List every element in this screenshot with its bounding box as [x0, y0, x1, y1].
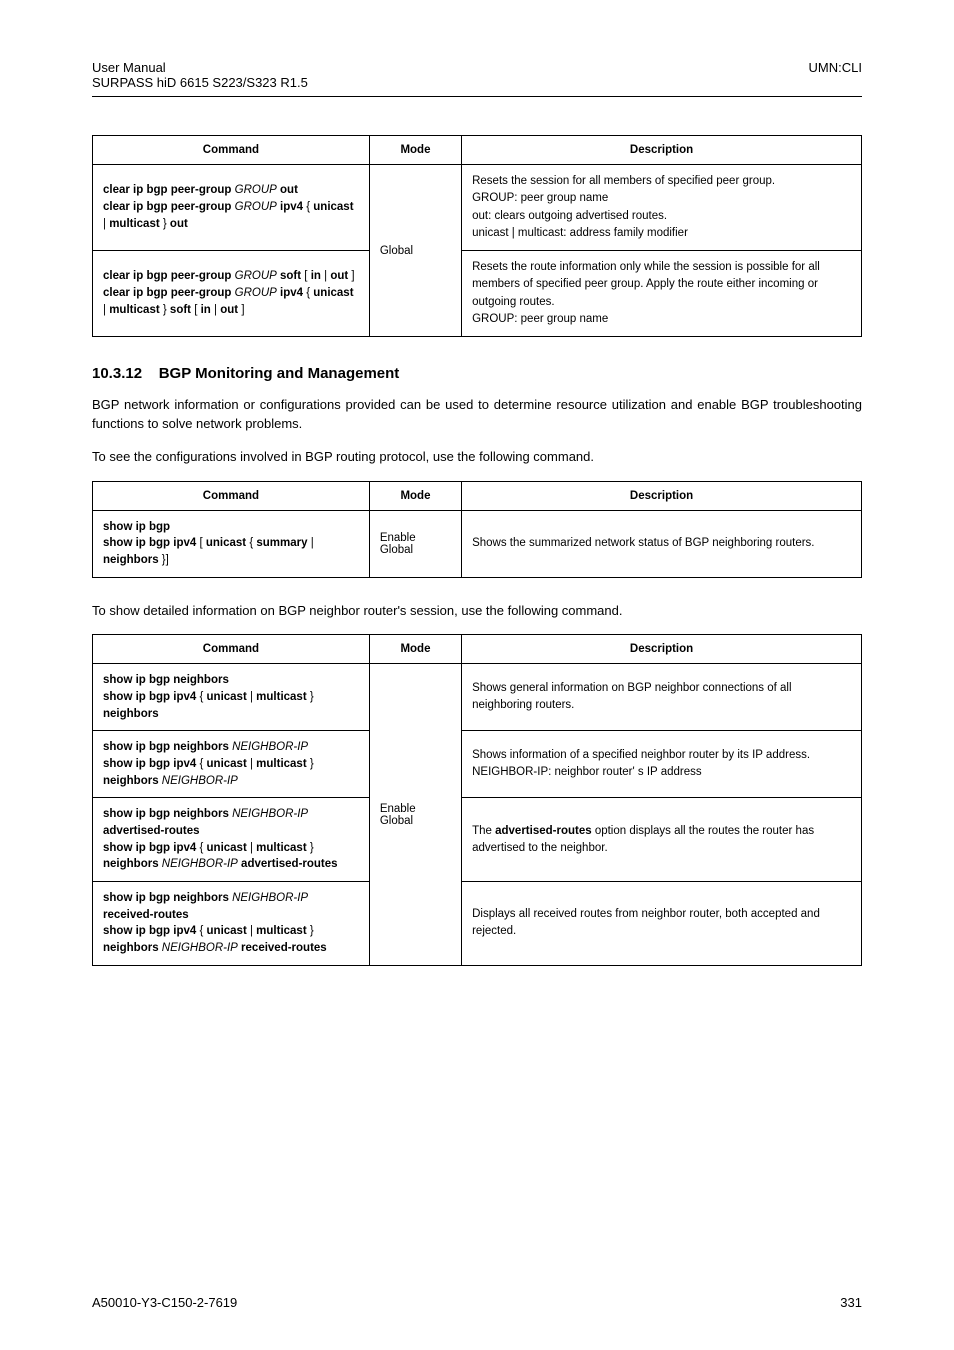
section-number: 10.3.12: [92, 365, 142, 382]
mode-cell: EnableGlobal: [369, 664, 461, 965]
th-command: Command: [93, 481, 370, 510]
section-para-1: BGP network information or configuration…: [92, 396, 862, 434]
table-header-row: Command Mode Description: [93, 635, 862, 664]
table-row: show ip bgp neighbors NEIGHBOR-IPshow ip…: [93, 731, 862, 798]
th-command: Command: [93, 136, 370, 165]
section-para-2: To see the configurations involved in BG…: [92, 448, 862, 467]
cmd-cell: clear ip bgp peer-group GROUP soft [ in …: [93, 251, 370, 337]
footer-right: 331: [840, 1295, 862, 1310]
footer-left: A50010-Y3-C150-2-7619: [92, 1295, 237, 1310]
product-line: SURPASS hiD 6615 S223/S323 R1.5: [92, 75, 308, 90]
table-row: show ip bgpshow ip bgp ipv4 [ unicast { …: [93, 510, 862, 577]
desc-cell: Shows information of a specified neighbo…: [462, 731, 862, 798]
cmd-cell: show ip bgpshow ip bgp ipv4 [ unicast { …: [93, 510, 370, 577]
table-row: clear ip bgp peer-group GROUP soft [ in …: [93, 251, 862, 337]
mode-cell: Global: [369, 165, 461, 337]
command-table-1: Command Mode Description clear ip bgp pe…: [92, 135, 862, 337]
th-mode: Mode: [369, 136, 461, 165]
cmd-cell: show ip bgp neighbors NEIGHBOR-IP receiv…: [93, 882, 370, 966]
section-heading: 10.3.12 BGP Monitoring and Management: [92, 365, 862, 382]
desc-cell: Resets the session for all members of sp…: [462, 165, 862, 251]
desc-cell: Displays all received routes from neighb…: [462, 882, 862, 966]
table-header-row: Command Mode Description: [93, 481, 862, 510]
cmd-cell: clear ip bgp peer-group GROUP outclear i…: [93, 165, 370, 251]
command-table-2: Command Mode Description show ip bgpshow…: [92, 481, 862, 578]
th-description: Description: [462, 136, 862, 165]
cmd-cell: show ip bgp neighbors NEIGHBOR-IP advert…: [93, 798, 370, 882]
header-left: User Manual SURPASS hiD 6615 S223/S323 R…: [92, 60, 308, 90]
cmd-cell: show ip bgp neighborsshow ip bgp ipv4 { …: [93, 664, 370, 731]
mode-cell: EnableGlobal: [369, 510, 461, 577]
th-mode: Mode: [369, 481, 461, 510]
th-description: Description: [462, 635, 862, 664]
cmd-cell: show ip bgp neighbors NEIGHBOR-IPshow ip…: [93, 731, 370, 798]
desc-cell: Resets the route information only while …: [462, 251, 862, 337]
th-description: Description: [462, 481, 862, 510]
th-mode: Mode: [369, 635, 461, 664]
manual-title: User Manual: [92, 60, 308, 75]
between-para: To show detailed information on BGP neig…: [92, 602, 862, 621]
page-footer: A50010-Y3-C150-2-7619 331: [92, 1295, 862, 1310]
desc-cell: Shows the summarized network status of B…: [462, 510, 862, 577]
desc-cell: The advertised-routes option displays al…: [462, 798, 862, 882]
table-header-row: Command Mode Description: [93, 136, 862, 165]
th-command: Command: [93, 635, 370, 664]
page-header: User Manual SURPASS hiD 6615 S223/S323 R…: [92, 60, 862, 90]
desc-cell: Shows general information on BGP neighbo…: [462, 664, 862, 731]
table-row: show ip bgp neighbors NEIGHBOR-IP advert…: [93, 798, 862, 882]
table-row: show ip bgp neighborsshow ip bgp ipv4 { …: [93, 664, 862, 731]
command-table-3: Command Mode Description show ip bgp nei…: [92, 634, 862, 965]
section-title: BGP Monitoring and Management: [159, 365, 400, 382]
header-rule: [92, 96, 862, 97]
header-right: UMN:CLI: [809, 60, 862, 90]
table-row: show ip bgp neighbors NEIGHBOR-IP receiv…: [93, 882, 862, 966]
table-row: clear ip bgp peer-group GROUP outclear i…: [93, 165, 862, 251]
